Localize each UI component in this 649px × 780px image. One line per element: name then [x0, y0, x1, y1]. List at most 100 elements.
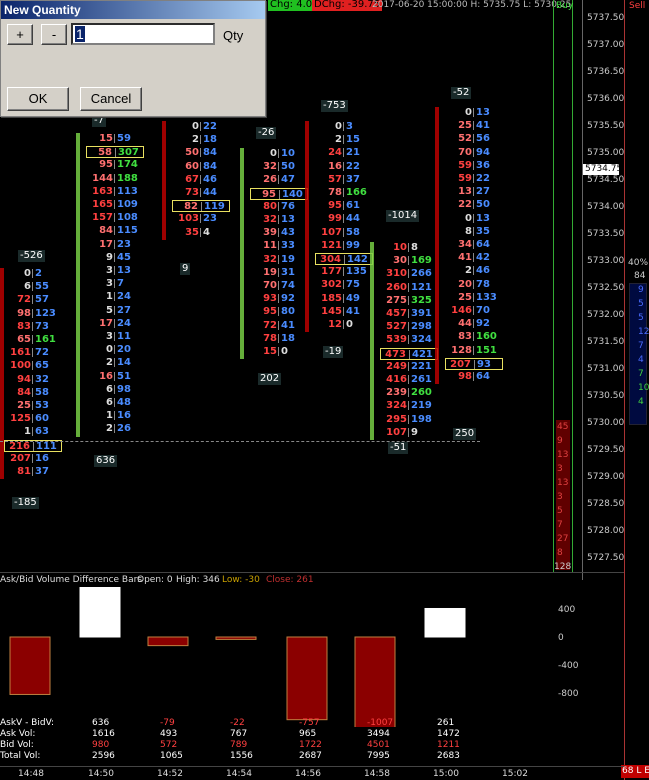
ask-volume: 76: [281, 200, 295, 212]
footprint-row: 94 32: [4, 374, 62, 386]
ask-volume: 8: [411, 242, 418, 253]
bid-volume: 80: [263, 200, 277, 212]
ask-volume: 307: [118, 147, 139, 159]
footprint-row: 65 161: [4, 334, 62, 346]
ask-divider: [278, 201, 279, 211]
time-tick-label: 14:50: [88, 769, 114, 779]
diff-bar: [354, 636, 396, 727]
bid-volume: 95: [328, 200, 342, 212]
decrement-button[interactable]: -: [41, 24, 67, 45]
bid-volume: 73: [185, 187, 199, 198]
sell-number: 5: [638, 299, 644, 309]
footprint-row: 0 10: [250, 148, 308, 160]
delta-bottom-label: 636: [94, 455, 118, 467]
ask-divider: [473, 160, 474, 170]
ask-volume: 63: [35, 426, 49, 438]
ask-volume: 41: [346, 305, 360, 317]
bid-volume: 185: [321, 292, 342, 304]
bid-volume: 50: [185, 147, 199, 159]
bid-volume: 100: [10, 360, 31, 372]
ask-volume: 22: [346, 160, 360, 172]
footprint-row: 57 37: [315, 174, 373, 186]
sell-number: 4: [638, 355, 644, 365]
ask-divider: [114, 358, 115, 368]
ask-volume: 64: [476, 239, 490, 250]
ask-divider: [32, 374, 33, 384]
sell-number: 12: [638, 327, 649, 337]
footprint-row: 5 27: [86, 305, 144, 317]
ask-volume: 23: [203, 213, 217, 225]
ask-divider: [278, 215, 279, 224]
ask-volume: 84: [203, 160, 217, 172]
ask-divider: [32, 335, 33, 344]
buy-number: 9: [557, 436, 563, 446]
ask-volume: 219: [411, 400, 432, 412]
ask-divider: [278, 267, 279, 277]
footprint-row: 22 50: [445, 199, 503, 211]
ask-volume: 47: [281, 174, 295, 186]
footprint-row: 146 70: [445, 305, 503, 317]
ask-divider: [32, 269, 33, 278]
bid-volume: 157: [92, 212, 113, 224]
delta-top-label: -52: [451, 87, 472, 99]
footprint-row: 275 325: [380, 295, 438, 307]
ask-volume: 65: [35, 360, 49, 372]
quantity-input[interactable]: 1: [71, 23, 215, 45]
ok-button[interactable]: OK: [7, 87, 69, 111]
lower-low: Low: -30: [222, 575, 260, 585]
ask-volume: 20: [117, 344, 131, 356]
ask-volume: 78: [476, 278, 490, 290]
bid-volume: 473: [385, 348, 406, 360]
ask-volume: 324: [411, 334, 432, 346]
ask-divider: [473, 306, 474, 315]
ask-divider: [409, 349, 410, 359]
ask-divider: [343, 188, 344, 197]
bid-volume: 144: [92, 172, 113, 184]
ask-volume: 41: [281, 319, 295, 331]
ask-divider: [343, 135, 344, 145]
ask-divider: [343, 148, 344, 158]
bid-volume: 59: [458, 159, 472, 171]
buy-number: 27: [557, 534, 569, 544]
bid-volume: 60: [185, 160, 199, 172]
ask-volume: 58: [35, 386, 49, 398]
footprint-row: 99 44: [315, 213, 373, 225]
price-tick-label: 5730.50: [587, 391, 625, 401]
ask-volume: 113: [117, 185, 138, 197]
ask-volume: 0: [346, 319, 353, 330]
footprint-row: 0 13: [445, 213, 503, 225]
footprint-row: 72 41: [250, 320, 308, 332]
delta-bottom-label: -185: [12, 497, 39, 509]
ask-volume: 142: [347, 254, 368, 265]
delta-top-label: -753: [321, 100, 348, 112]
bid-volume: 3: [106, 278, 113, 290]
footprint-row: 35 4: [172, 227, 230, 239]
ask-divider: [115, 148, 116, 158]
bid-volume: 98: [17, 307, 31, 319]
bid-volume: 260: [386, 281, 407, 293]
cancel-button[interactable]: Cancel: [80, 87, 142, 111]
time-tick-label: 14:48: [18, 769, 44, 779]
footprint-row: 59 22: [445, 173, 503, 185]
increment-button[interactable]: +: [7, 24, 33, 45]
buy-column: Buy 45 9 13 3 13 3 5 7 27 8 128: [553, 0, 573, 572]
new-quantity-dialog[interactable]: New Quantity + - 1 Qty OK Cancel: [0, 0, 266, 117]
sell-number: 7: [638, 369, 644, 379]
footprint-row: 100 65: [4, 360, 62, 372]
ask-volume: 44: [203, 187, 217, 198]
footprint-row: 302 75: [315, 279, 373, 291]
footprint-row: 144 188: [86, 173, 144, 185]
time-tick-label: 15:02: [502, 769, 528, 779]
bid-volume: 81: [17, 466, 31, 477]
bid-volume: 0: [465, 212, 472, 224]
ask-divider: [408, 243, 409, 252]
bid-volume: 207: [10, 452, 31, 464]
footprint-row: 310 266: [380, 268, 438, 280]
ask-volume: 133: [476, 291, 497, 303]
ask-volume: 13: [117, 265, 131, 276]
footprint-row: 295 198: [380, 414, 438, 426]
bid-volume: 8: [465, 225, 472, 237]
lower-open: Open: 0: [137, 575, 173, 585]
stats-row-label: Total Vol:: [0, 751, 41, 761]
footprint-row: 25 41: [445, 120, 503, 132]
